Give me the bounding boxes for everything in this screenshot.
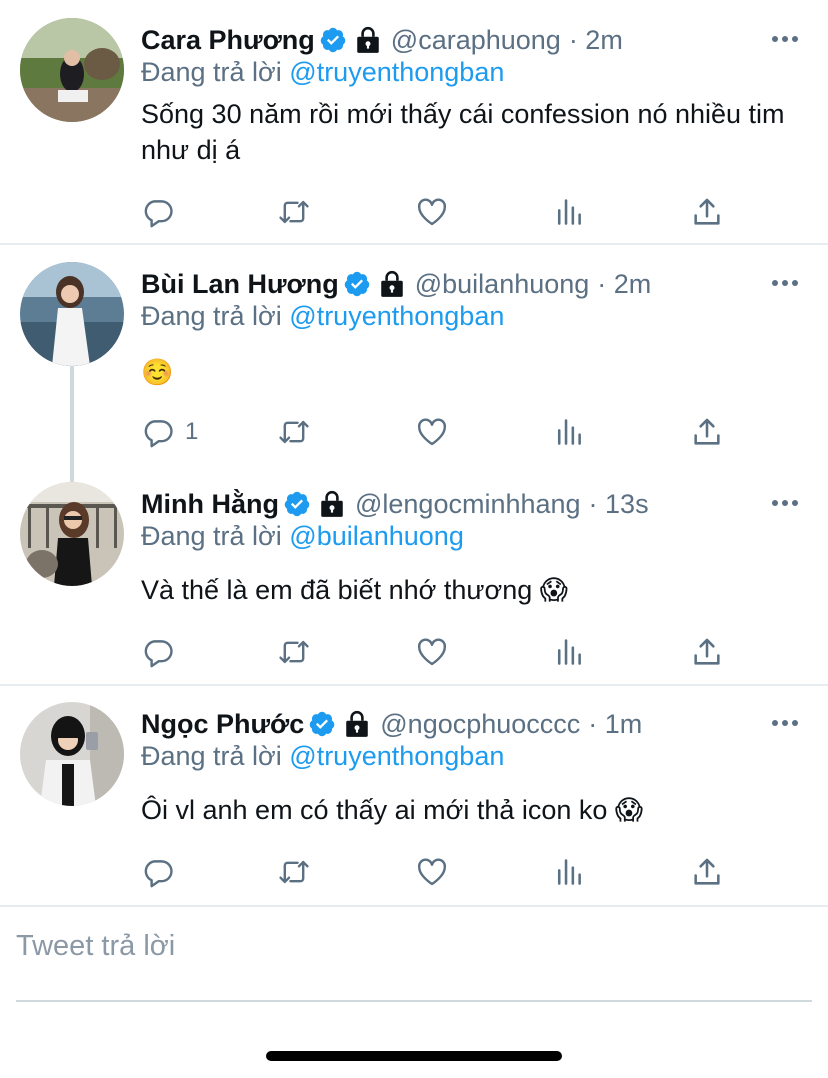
lock-icon xyxy=(319,490,345,518)
retweet-icon xyxy=(277,415,311,449)
timestamp[interactable]: · 13s xyxy=(589,484,649,524)
verified-badge-icon xyxy=(343,270,371,298)
reply-button[interactable] xyxy=(141,192,175,232)
tweet-minh-hang[interactable]: Minh Hằng @lengocminhhang · 13s Đang trả… xyxy=(0,464,828,684)
reply-icon xyxy=(141,635,175,669)
reply-mention-link[interactable]: @truyenthongban xyxy=(289,57,504,87)
analytics-icon xyxy=(553,415,587,449)
tweet-text: Sống 30 năm rồi mới thấy cái confession … xyxy=(141,99,785,165)
reply-composer-input[interactable]: Tweet trả lời xyxy=(16,930,175,963)
retweet-button[interactable] xyxy=(277,852,311,892)
action-bar xyxy=(141,192,741,232)
retweet-icon xyxy=(277,855,311,889)
reply-count: 1 xyxy=(185,418,199,445)
analytics-icon xyxy=(553,195,587,229)
like-icon xyxy=(415,855,449,889)
more-icon[interactable] xyxy=(770,268,800,298)
timestamp[interactable]: · 1m xyxy=(588,704,642,744)
share-icon xyxy=(690,195,724,229)
tweet-cara-phuong[interactable]: Cara Phương @caraphuong · 2m Đang trả lờ… xyxy=(0,0,828,244)
reply-icon xyxy=(141,855,175,889)
like-button[interactable] xyxy=(415,852,449,892)
lock-icon xyxy=(355,26,381,54)
replying-label: Đang trả lời xyxy=(141,521,282,551)
timestamp[interactable]: · 2m xyxy=(569,20,623,60)
analytics-button[interactable] xyxy=(553,412,587,452)
analytics-button[interactable] xyxy=(553,632,587,672)
reply-button[interactable] xyxy=(141,852,175,892)
share-button[interactable] xyxy=(690,412,724,452)
reply-button[interactable]: 1 xyxy=(141,412,198,452)
share-icon xyxy=(690,635,724,669)
avatar[interactable] xyxy=(20,18,124,122)
tweet-text: Ôi vl anh em có thấy ai mới thả icon ko … xyxy=(141,795,644,825)
replying-label: Đang trả lời xyxy=(141,741,282,771)
analytics-button[interactable] xyxy=(553,852,587,892)
reply-composer-underline xyxy=(16,1000,812,1002)
avatar-image xyxy=(20,262,124,366)
verified-badge-icon xyxy=(319,26,347,54)
tweet-text: Và thế là em đã biết nhớ thương 😱 xyxy=(141,575,568,605)
reply-mention-link[interactable]: @builanhuong xyxy=(289,521,464,551)
more-icon[interactable] xyxy=(770,488,800,518)
like-button[interactable] xyxy=(415,412,449,452)
timestamp[interactable]: · 2m xyxy=(597,264,651,304)
reply-button[interactable] xyxy=(141,632,175,672)
verified-badge-icon xyxy=(283,490,311,518)
avatar[interactable] xyxy=(20,482,124,586)
action-bar xyxy=(141,852,741,892)
more-icon[interactable] xyxy=(770,708,800,738)
share-button[interactable] xyxy=(690,632,724,672)
reply-icon xyxy=(141,195,175,229)
lock-icon xyxy=(379,270,405,298)
divider xyxy=(0,905,828,907)
reply-mention-link[interactable]: @truyenthongban xyxy=(289,301,504,331)
lock-icon xyxy=(344,710,370,738)
share-button[interactable] xyxy=(690,852,724,892)
retweet-button[interactable] xyxy=(277,632,311,672)
replying-to: Đang trả lời @truyenthongban xyxy=(141,52,504,92)
home-indicator[interactable] xyxy=(266,1051,562,1061)
tweet-text: ☺️ xyxy=(141,357,174,387)
avatar-image xyxy=(20,18,124,122)
share-button[interactable] xyxy=(690,192,724,232)
replying-label: Đang trả lời xyxy=(141,301,282,331)
like-button[interactable] xyxy=(415,632,449,672)
share-icon xyxy=(690,415,724,449)
analytics-button[interactable] xyxy=(553,192,587,232)
reply-icon xyxy=(141,415,175,449)
replying-to: Đang trả lời @builanhuong xyxy=(141,516,464,556)
replying-label: Đang trả lời xyxy=(141,57,282,87)
replying-to: Đang trả lời @truyenthongban xyxy=(141,736,504,776)
retweet-icon xyxy=(277,635,311,669)
analytics-icon xyxy=(553,855,587,889)
like-icon xyxy=(415,635,449,669)
avatar-image xyxy=(20,702,124,806)
retweet-icon xyxy=(277,195,311,229)
like-icon xyxy=(415,195,449,229)
tweet-ngoc-phuoc[interactable]: Ngọc Phước @ngocphuocccc · 1m Đang trả l… xyxy=(0,684,828,906)
action-bar xyxy=(141,632,741,672)
like-icon xyxy=(415,415,449,449)
action-bar: 1 xyxy=(141,412,741,452)
replying-to: Đang trả lời @truyenthongban xyxy=(141,296,504,336)
verified-badge-icon xyxy=(308,710,336,738)
analytics-icon xyxy=(553,635,587,669)
share-icon xyxy=(690,855,724,889)
tweet-bui-lan-huong[interactable]: Bùi Lan Hương @builanhuong · 2m Đang trả… xyxy=(0,244,828,464)
avatar-image xyxy=(20,482,124,586)
avatar[interactable] xyxy=(20,262,124,366)
retweet-button[interactable] xyxy=(277,412,311,452)
avatar[interactable] xyxy=(20,702,124,806)
like-button[interactable] xyxy=(415,192,449,232)
more-icon[interactable] xyxy=(770,24,800,54)
reply-mention-link[interactable]: @truyenthongban xyxy=(289,741,504,771)
retweet-button[interactable] xyxy=(277,192,311,232)
